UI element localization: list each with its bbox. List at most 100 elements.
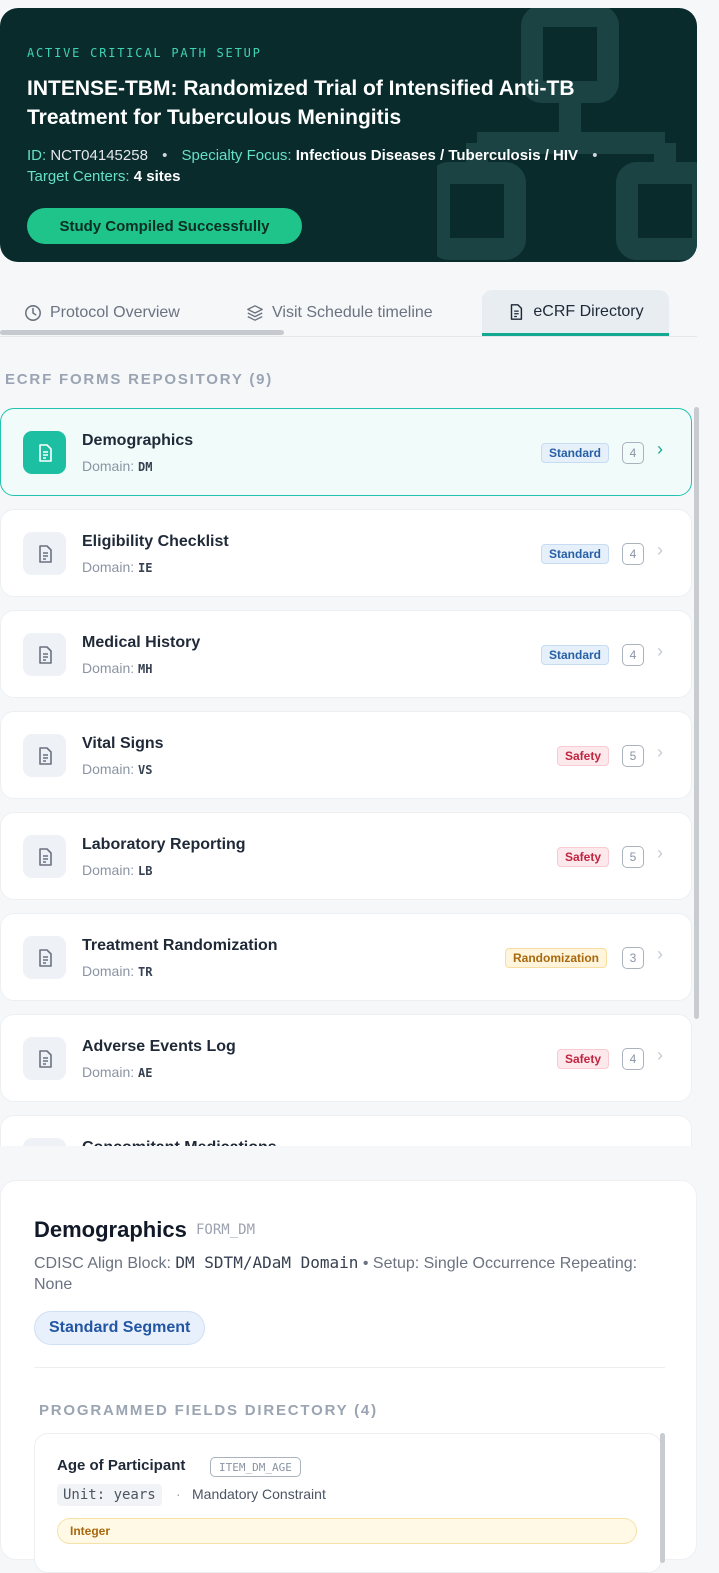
form-category-tag: Safety — [557, 1049, 610, 1069]
field-count-badge: 4 — [622, 543, 644, 565]
form-detail-code: FORM_DM — [196, 1222, 256, 1238]
domain-code: TR — [138, 965, 153, 979]
chevron-right-icon: › — [657, 540, 663, 560]
meta-separator: • — [162, 147, 168, 164]
chevron-right-icon: › — [657, 1045, 663, 1065]
form-category-tag: Standard — [541, 645, 610, 665]
document-icon — [511, 303, 523, 320]
domain-code: IE — [138, 561, 153, 575]
form-list-item[interactable]: Demographics Domain: DM Standard 4 › — [0, 408, 692, 496]
tabs-scrollbar[interactable] — [0, 330, 284, 335]
form-icon — [23, 835, 66, 878]
form-category-tag: Safety — [557, 847, 610, 867]
form-detail-description: CDISC Align Block: DM SDTM/ADaM Domain •… — [34, 1252, 674, 1295]
form-domain: Domain: LB — [82, 862, 152, 878]
form-list-item[interactable]: Vital Signs Domain: VS Safety 5 › — [0, 711, 692, 799]
domain-prefix: Domain: — [82, 660, 135, 676]
tab-ecrf-directory[interactable]: eCRF Directory — [482, 290, 669, 336]
domain-prefix: Domain: — [82, 1064, 135, 1080]
tab-label: eCRF Directory — [533, 302, 644, 320]
field-count-badge: 5 — [622, 745, 644, 767]
fields-scrollbar[interactable] — [660, 1433, 665, 1563]
id-label: ID: — [27, 147, 47, 164]
field-count-badge: 5 — [622, 846, 644, 868]
form-icon — [23, 431, 66, 474]
domain-code: VS — [138, 763, 153, 777]
field-separator: · — [176, 1486, 181, 1502]
layers-icon — [247, 305, 263, 321]
tab-label: Protocol Overview — [50, 304, 180, 321]
compile-status-badge: Study Compiled Successfully — [27, 208, 302, 244]
domain-prefix: Domain: — [82, 458, 135, 474]
domain-code: AE — [138, 1066, 153, 1080]
meta-separator: • — [592, 147, 598, 164]
specialty-value: Infectious Diseases / Tuberculosis / HIV — [295, 147, 579, 164]
domain-prefix: Domain: — [82, 559, 135, 575]
document-icon — [38, 1049, 52, 1068]
chevron-right-icon: › — [657, 843, 663, 863]
centers-value: 4 sites — [133, 168, 181, 185]
id-value: NCT04145258 — [50, 147, 148, 164]
domain-code: DM — [138, 460, 153, 474]
study-header-card: ACTIVE CRITICAL PATH SETUP INTENSE-TBM: … — [0, 8, 697, 262]
form-name: Medical History — [82, 634, 201, 651]
form-name: Laboratory Reporting — [82, 836, 246, 853]
status-kicker: ACTIVE CRITICAL PATH SETUP — [27, 46, 262, 60]
segment-badge: Standard Segment — [34, 1311, 206, 1345]
form-domain: Domain: DM — [82, 458, 152, 474]
clock-icon — [25, 305, 41, 321]
form-domain: Domain: VS — [82, 761, 152, 777]
form-detail-panel: Demographics FORM_DM CDISC Align Block: … — [0, 1180, 697, 1573]
field-unit: Unit: years — [57, 1484, 162, 1506]
centers-label: Target Centers: — [27, 168, 130, 185]
form-icon — [23, 936, 66, 979]
align-value: DM SDTM/ADaM Domain — [175, 1253, 359, 1272]
form-list-item[interactable]: Laboratory Reporting Domain: LB Safety 5 › — [0, 812, 692, 900]
form-name: Concomitant Medications — [82, 1139, 277, 1146]
form-domain: Domain: AE — [82, 1064, 152, 1080]
workflow-decoration-icon — [437, 8, 697, 260]
tab-label: Visit Schedule timeline — [272, 304, 433, 321]
field-type-badge: Integer — [57, 1518, 637, 1544]
form-icon — [23, 633, 66, 676]
form-name: Eligibility Checklist — [82, 533, 229, 550]
study-title: INTENSE-TBM: Randomized Trial of Intensi… — [27, 77, 575, 129]
field-count-badge: 4 — [622, 644, 644, 666]
domain-prefix: Domain: — [82, 862, 135, 878]
specialty-label: Specialty Focus: — [181, 147, 292, 164]
field-card[interactable]: Age of Participant ITEM_DM_AGE Unit: yea… — [34, 1433, 662, 1573]
form-detail-title: Demographics — [34, 1217, 187, 1242]
form-icon — [23, 734, 66, 777]
form-category-tag: Standard — [541, 443, 610, 463]
study-meta: ID: NCT04145258 • Specialty Focus: Infec… — [27, 145, 677, 187]
form-domain: Domain: IE — [82, 559, 152, 575]
field-name: Age of Participant — [57, 1457, 186, 1474]
domain-prefix: Domain: — [82, 963, 135, 979]
field-code-badge: ITEM_DM_AGE — [210, 1457, 301, 1477]
form-list-item[interactable]: Adverse Events Log Domain: AE Safety 4 › — [0, 1014, 692, 1102]
field-count-badge: 4 — [622, 442, 644, 464]
divider — [34, 1367, 665, 1368]
form-list-item[interactable]: Concomitant Medications — [0, 1115, 692, 1146]
chevron-right-icon: › — [657, 944, 663, 964]
domain-code: MH — [138, 662, 153, 676]
field-count-badge: 3 — [622, 947, 644, 969]
form-list-item[interactable]: Treatment Randomization Domain: TR Randomi… — [0, 913, 692, 1001]
form-name: Vital Signs — [82, 735, 164, 752]
form-icon — [23, 532, 66, 575]
form-category-tag: Safety — [557, 746, 610, 766]
fields-section-label: PROGRAMMED FIELDS DIRECTORY (4) — [39, 1402, 378, 1419]
domain-code: LB — [138, 864, 153, 878]
forms-scrollbar[interactable] — [694, 407, 699, 1019]
chevron-right-icon: › — [657, 641, 663, 661]
document-icon — [38, 443, 52, 462]
form-domain: Domain: TR — [82, 963, 152, 979]
form-name: Treatment Randomization — [82, 937, 278, 954]
document-icon — [38, 746, 52, 765]
form-domain: Domain: MH — [82, 660, 152, 676]
forms-list: Demographics Domain: DM Standard 4 › Eligibil… — [0, 405, 700, 1146]
form-list-item[interactable]: Eligibility Checklist Domain: IE Standard 4… — [0, 509, 692, 597]
align-label: CDISC Align Block: — [34, 1255, 171, 1272]
field-count-badge: 4 — [622, 1048, 644, 1070]
form-list-item[interactable]: Medical History Domain: MH Standard 4 › — [0, 610, 692, 698]
